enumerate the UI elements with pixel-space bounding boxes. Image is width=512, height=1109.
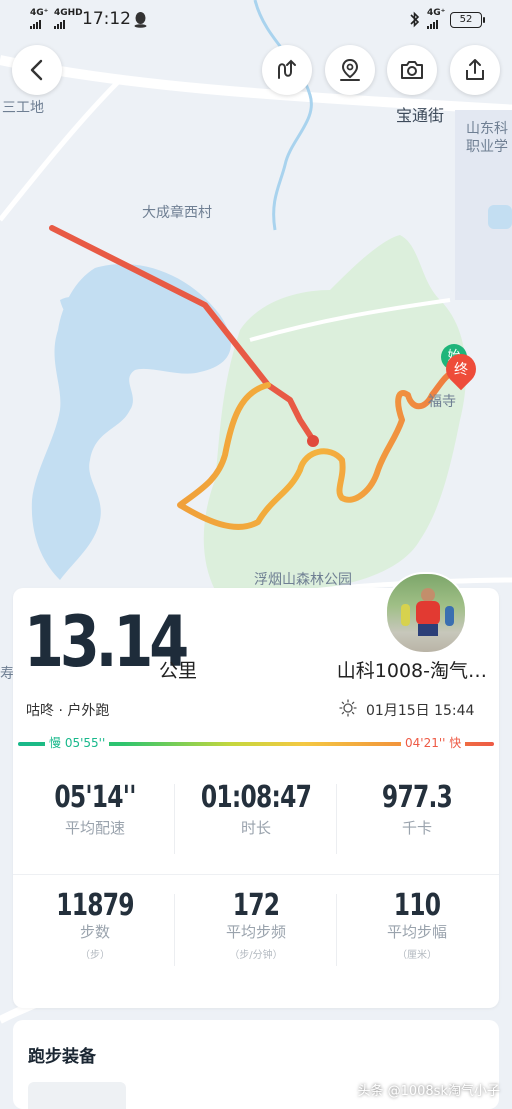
stat-label: 平均步频 bbox=[225, 923, 286, 941]
pond bbox=[488, 205, 512, 229]
pace-fast-label: 04'21'' 快 bbox=[401, 734, 466, 751]
camera-button[interactable] bbox=[387, 45, 437, 95]
stat-duration: 01:08:47 时长 bbox=[176, 780, 336, 838]
share-button[interactable] bbox=[450, 45, 500, 95]
stat-value: 977.3 bbox=[381, 780, 453, 815]
qq-icon bbox=[134, 12, 147, 28]
watermark: 头条 @1008sk淘气小子 bbox=[357, 1084, 500, 1099]
camera-icon bbox=[401, 61, 423, 79]
location-button[interactable] bbox=[325, 45, 375, 95]
stat-label: 步数 bbox=[79, 923, 110, 941]
back-button[interactable] bbox=[12, 45, 62, 95]
gear-thumbnail bbox=[28, 1082, 126, 1109]
avatar[interactable] bbox=[385, 572, 467, 654]
route-toggle-icon bbox=[278, 59, 296, 79]
stat-avg-pace: 05'14'' 平均配速 bbox=[15, 780, 175, 838]
status-bar: 4G⁺ 4GHD 17:12 4G⁺ 52 bbox=[0, 0, 512, 40]
map-label: 福寺 bbox=[428, 394, 456, 410]
battery-icon: 52 bbox=[450, 12, 482, 28]
map-label: 三工地 bbox=[2, 100, 44, 116]
route-end-dot bbox=[307, 435, 319, 447]
status-time: 17:12 bbox=[82, 9, 131, 29]
divider bbox=[174, 784, 175, 854]
map-label: 职业学 bbox=[466, 139, 508, 155]
stat-value: 110 bbox=[393, 888, 441, 923]
stat-unit: （步/分钟） bbox=[229, 950, 283, 961]
run-summary-card: 13.14 公里 山科1008-淘气… 咕咚 · 户外跑 01月15日 15:4… bbox=[13, 572, 499, 1008]
stat-value: 01:08:47 bbox=[200, 780, 312, 815]
signal-icon bbox=[54, 19, 83, 29]
map-label: 浮烟山森林公园 bbox=[254, 572, 352, 588]
run-datetime: 01月15日 15:44 bbox=[366, 703, 475, 719]
location-icon bbox=[340, 58, 360, 81]
weather-sun-icon bbox=[339, 699, 357, 717]
stat-cadence: 172 平均步频 （步/分钟） bbox=[176, 888, 336, 961]
stat-label: 时长 bbox=[240, 819, 271, 837]
stat-value: 11879 bbox=[56, 888, 134, 923]
signal-icon bbox=[30, 19, 48, 29]
activity-type: 咕咚 · 户外跑 bbox=[26, 703, 110, 719]
stat-label: 平均步幅 bbox=[386, 923, 447, 941]
pace-slow-label: 慢 05'55'' bbox=[45, 734, 110, 751]
divider bbox=[13, 874, 499, 875]
share-icon bbox=[466, 59, 484, 80]
back-icon bbox=[30, 59, 43, 81]
stat-label: 千卡 bbox=[401, 819, 432, 837]
stat-value: 172 bbox=[232, 888, 280, 923]
map-label: 大成章西村 bbox=[142, 205, 212, 221]
route-toggle-button[interactable] bbox=[262, 45, 312, 95]
end-marker-label: 终 bbox=[454, 362, 468, 378]
signal-icon bbox=[427, 19, 445, 29]
divider bbox=[174, 894, 175, 966]
stat-unit: （步） bbox=[80, 950, 110, 961]
stat-label: 平均配速 bbox=[64, 819, 125, 837]
stat-stride: 110 平均步幅 （厘米） bbox=[337, 888, 497, 961]
map-label: 宝通街 bbox=[396, 106, 445, 125]
bluetooth-icon bbox=[410, 11, 420, 28]
sim1-type: 4G⁺ bbox=[30, 8, 49, 18]
gear-title: 跑步装备 bbox=[28, 1047, 96, 1067]
distance-unit: 公里 bbox=[159, 660, 198, 682]
stat-calories: 977.3 千卡 bbox=[337, 780, 497, 838]
map-label: 山东科 bbox=[466, 121, 508, 137]
net-type: 4G⁺ bbox=[427, 8, 446, 18]
user-name[interactable]: 山科1008-淘气… bbox=[337, 656, 487, 683]
map-label: 寿 bbox=[0, 666, 14, 682]
stat-unit: （厘米） bbox=[397, 950, 437, 961]
stat-value: 05'14'' bbox=[54, 780, 136, 815]
battery-level: 52 bbox=[459, 14, 473, 25]
stat-steps: 11879 步数 （步） bbox=[15, 888, 175, 961]
sim2-type: 4GHD bbox=[54, 8, 83, 18]
